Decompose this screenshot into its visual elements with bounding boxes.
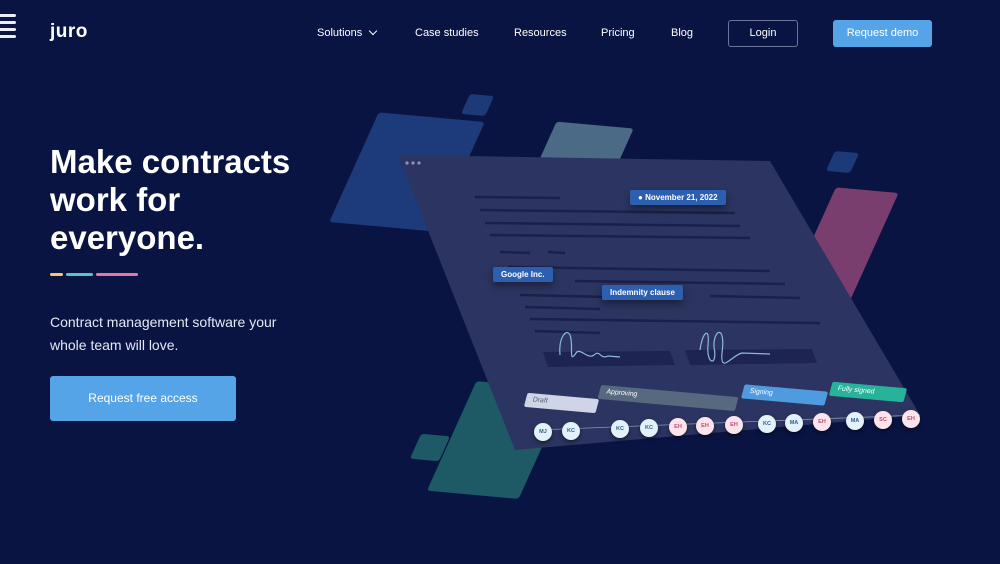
avatar: MA bbox=[785, 414, 803, 432]
accent-bar bbox=[96, 273, 138, 276]
hero-title-line: Make contracts bbox=[50, 143, 291, 180]
stage-label: Signing bbox=[748, 387, 774, 397]
window-dot bbox=[417, 161, 421, 165]
avatar: EH bbox=[669, 418, 687, 436]
avatar: EH bbox=[902, 410, 920, 428]
hero-title-line: work for bbox=[50, 181, 181, 218]
avatar: MJ bbox=[534, 423, 552, 441]
hero-subtitle-line: whole team will love. bbox=[50, 337, 179, 353]
hero-title-line: everyone. bbox=[50, 219, 205, 256]
nav-solutions-label: Solutions bbox=[317, 27, 363, 39]
window-dot bbox=[411, 161, 415, 165]
accent-bar bbox=[50, 273, 63, 276]
date-tag-label: November 21, 2022 bbox=[645, 193, 718, 202]
hero-subtitle: Contract management software your whole … bbox=[50, 311, 320, 357]
contract-illustration: ● November 21, 2022 Google Inc. Indemnit… bbox=[329, 85, 1000, 505]
avatar: KC bbox=[758, 415, 776, 433]
stage-label: Fully signed bbox=[836, 385, 876, 396]
stage-label: Draft bbox=[531, 396, 549, 405]
window-dot bbox=[405, 161, 409, 165]
request-demo-button[interactable]: Request demo bbox=[833, 20, 932, 47]
signature-box bbox=[543, 351, 675, 367]
nav-case-studies[interactable]: Case studies bbox=[415, 27, 479, 39]
clause-tag: Indemnity clause bbox=[602, 285, 683, 300]
signature-box bbox=[685, 349, 817, 365]
party-tag: Google Inc. bbox=[493, 267, 553, 282]
chevron-down-icon bbox=[369, 26, 378, 36]
avatar: EH bbox=[696, 417, 714, 435]
accent-bar bbox=[66, 273, 93, 276]
nav-pricing[interactable]: Pricing bbox=[601, 27, 635, 39]
avatar: EH bbox=[813, 413, 831, 431]
nav-blog[interactable]: Blog bbox=[671, 27, 693, 39]
request-free-access-button[interactable]: Request free access bbox=[50, 376, 236, 421]
avatar: MA bbox=[846, 412, 864, 430]
login-button[interactable]: Login bbox=[728, 20, 798, 47]
date-tag: ● November 21, 2022 bbox=[630, 190, 726, 205]
hero-title: Make contracts work for everyone. bbox=[50, 143, 370, 257]
avatar: KC bbox=[562, 422, 580, 440]
avatar: KC bbox=[640, 419, 658, 437]
avatar: KC bbox=[611, 420, 629, 438]
nav-resources[interactable]: Resources bbox=[514, 27, 567, 39]
nav-solutions[interactable]: Solutions bbox=[317, 26, 378, 39]
avatar: SC bbox=[874, 411, 892, 429]
hero-subtitle-line: Contract management software your bbox=[50, 314, 277, 330]
avatar: EH bbox=[725, 416, 743, 434]
bell-icon: ● bbox=[638, 193, 643, 202]
stage-label: Approving bbox=[605, 388, 639, 399]
